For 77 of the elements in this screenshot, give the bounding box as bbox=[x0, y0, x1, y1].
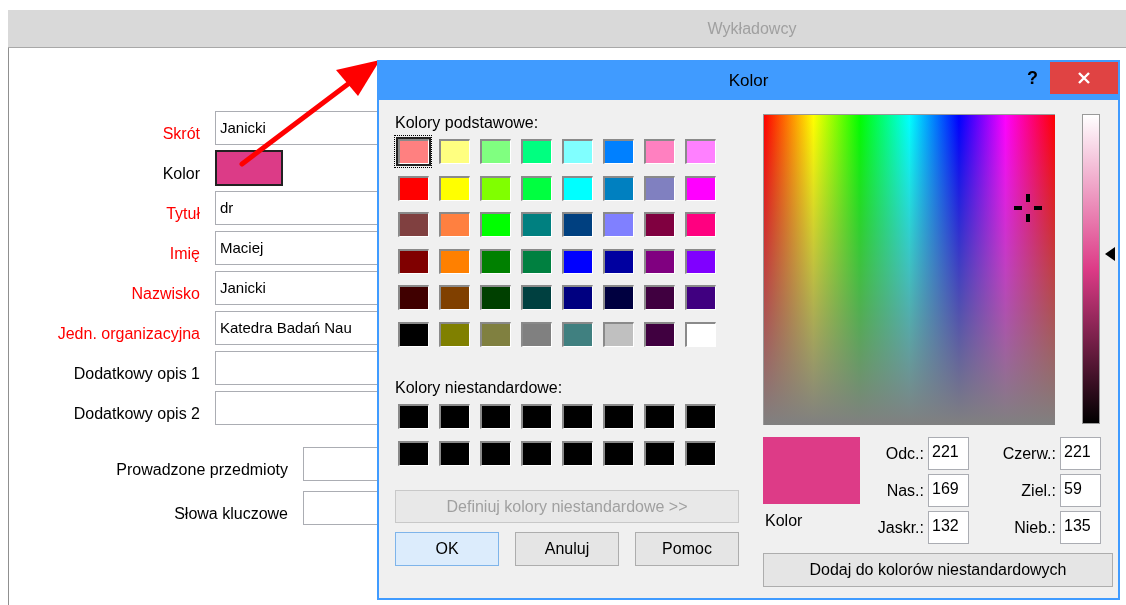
field-label: Prowadzone przedmioty bbox=[116, 461, 288, 480]
field-label: Jedn. organizacyjna bbox=[57, 325, 200, 344]
color-swatch[interactable] bbox=[518, 209, 554, 240]
field-label: Dodatkowy opis 1 bbox=[73, 365, 200, 384]
color-swatch[interactable] bbox=[436, 401, 472, 432]
color-swatch[interactable] bbox=[395, 209, 431, 240]
color-swatch[interactable] bbox=[518, 282, 554, 313]
text-field[interactable] bbox=[215, 350, 377, 385]
text-field[interactable]: Katedra Badań Nau bbox=[215, 310, 377, 345]
field-label: Nas.: bbox=[886, 481, 925, 500]
close-button[interactable] bbox=[1050, 62, 1118, 94]
color-swatch[interactable] bbox=[477, 209, 513, 240]
color-swatch[interactable] bbox=[518, 136, 554, 167]
color-spectrum[interactable] bbox=[763, 114, 1055, 425]
number-field[interactable]: 132 bbox=[928, 511, 969, 544]
field-label: Nazwisko bbox=[131, 285, 200, 304]
color-swatch[interactable] bbox=[682, 401, 718, 432]
color-swatch[interactable] bbox=[641, 282, 677, 313]
color-swatch[interactable] bbox=[641, 136, 677, 167]
dialog-button[interactable]: Pomoc bbox=[635, 532, 739, 566]
text-field[interactable]: Janicki bbox=[215, 270, 377, 305]
text-field[interactable]: dr bbox=[215, 190, 377, 225]
number-field[interactable]: 221 bbox=[1060, 437, 1101, 470]
field-label: Nieb.: bbox=[1014, 518, 1057, 537]
color-swatch[interactable] bbox=[395, 136, 431, 167]
text-field[interactable]: Maciej bbox=[215, 230, 377, 265]
number-field[interactable]: 169 bbox=[928, 474, 969, 507]
color-swatch[interactable] bbox=[559, 209, 595, 240]
number-field[interactable]: 135 bbox=[1060, 511, 1101, 544]
color-swatch[interactable] bbox=[518, 401, 554, 432]
color-swatch[interactable] bbox=[682, 209, 718, 240]
color-swatch[interactable] bbox=[559, 282, 595, 313]
field-label: Jaskr.: bbox=[877, 518, 925, 537]
slider-arrow-icon[interactable] bbox=[1105, 246, 1115, 261]
field-label: Czerw.: bbox=[1002, 444, 1057, 463]
field-label: Dodatkowy opis 2 bbox=[73, 405, 200, 424]
field-label: Słowa kluczowe bbox=[174, 505, 288, 524]
color-swatch[interactable] bbox=[436, 136, 472, 167]
color-swatch[interactable] bbox=[477, 282, 513, 313]
color-swatch[interactable] bbox=[559, 401, 595, 432]
text-field[interactable] bbox=[215, 390, 377, 425]
help-button[interactable]: ? bbox=[1023, 68, 1042, 89]
color-swatch[interactable] bbox=[600, 401, 636, 432]
window-title: Wykładowcy bbox=[707, 19, 797, 38]
color-swatch[interactable] bbox=[600, 209, 636, 240]
color-swatch[interactable] bbox=[682, 282, 718, 313]
color-swatch[interactable] bbox=[641, 401, 677, 432]
field-label: Tytuł bbox=[166, 205, 200, 224]
field-label: Ziel.: bbox=[1021, 481, 1057, 500]
color-swatch[interactable] bbox=[641, 209, 677, 240]
color-swatch[interactable] bbox=[600, 282, 636, 313]
color-swatch[interactable] bbox=[436, 282, 472, 313]
section-label: Kolory niestandardowe: bbox=[395, 379, 564, 397]
close-icon bbox=[1076, 70, 1092, 86]
color-swatch[interactable] bbox=[477, 401, 513, 432]
color-swatch[interactable] bbox=[395, 401, 431, 432]
color-swatch[interactable] bbox=[477, 136, 513, 167]
dialog-button[interactable]: OK bbox=[395, 532, 499, 566]
color-swatch[interactable] bbox=[559, 136, 595, 167]
dialog-title: Kolor bbox=[728, 71, 769, 91]
field-label: Skrót bbox=[162, 125, 200, 144]
dialog-button[interactable]: Anuluj bbox=[515, 532, 619, 566]
color-swatch[interactable] bbox=[436, 209, 472, 240]
color-swatch[interactable] bbox=[215, 149, 283, 186]
text-field[interactable]: Janicki bbox=[215, 110, 377, 145]
field-label: Imię bbox=[169, 245, 200, 264]
crosshair-icon bbox=[1012, 192, 1044, 224]
number-field[interactable]: 59 bbox=[1060, 474, 1101, 507]
field-label: Odc.: bbox=[885, 444, 925, 463]
preview-label: Kolor bbox=[765, 512, 804, 530]
number-field[interactable]: 221 bbox=[928, 437, 969, 470]
color-swatch[interactable] bbox=[600, 136, 636, 167]
color-swatch[interactable] bbox=[682, 136, 718, 167]
field-label: Kolor bbox=[162, 165, 200, 184]
add-custom-color-button[interactable]: Dodaj do kolorów niestandardowych bbox=[763, 553, 1113, 587]
section-label: Kolory podstawowe: bbox=[395, 114, 540, 132]
color-swatch[interactable] bbox=[395, 282, 431, 313]
